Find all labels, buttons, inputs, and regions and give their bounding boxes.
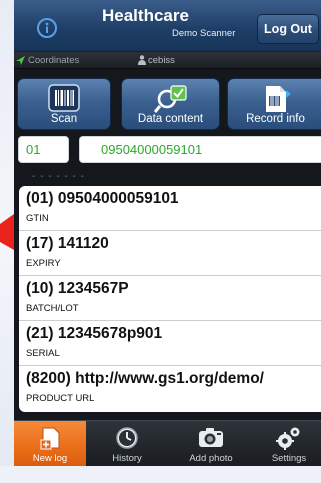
tab-label: New log xyxy=(32,453,68,464)
tab-settings[interactable]: Settings xyxy=(257,421,321,466)
camera-icon xyxy=(199,428,223,447)
bottom-tab-bar: New log History Add photo Settings xyxy=(14,420,321,466)
location-arrow-icon xyxy=(16,56,25,65)
info-icon[interactable] xyxy=(37,18,57,38)
tab-history[interactable]: History xyxy=(96,421,158,466)
coordinates-label: Coordinates xyxy=(28,55,80,66)
scan-label: Scan xyxy=(50,113,78,125)
ai-code-field[interactable]: 01 xyxy=(18,136,69,163)
tab-label: Add photo xyxy=(189,453,233,464)
result-value: (21) 12345678p901 xyxy=(26,325,163,342)
data-content-label: Data content xyxy=(137,113,204,125)
record-info-button[interactable]: Record info xyxy=(227,78,321,130)
result-value: (8200) http://www.gs1.org/demo/ xyxy=(26,370,264,387)
tab-add-photo[interactable]: Add photo xyxy=(169,421,253,466)
list-item-product-url[interactable]: (8200) http://www.gs1.org/demo/ PRODUCT … xyxy=(19,366,321,411)
gears-icon xyxy=(276,427,300,450)
result-value: (10) 1234567P xyxy=(26,280,129,297)
scan-button[interactable]: Scan xyxy=(17,78,111,130)
result-label: GTIN xyxy=(26,213,49,224)
data-content-button[interactable]: Data content xyxy=(121,78,220,130)
new-log-icon xyxy=(40,427,60,450)
list-item-batch[interactable]: (10) 1234567P BATCH/LOT xyxy=(19,276,321,321)
result-label: PRODUCT URL xyxy=(26,393,95,404)
tab-label: History xyxy=(112,453,142,464)
app-subtitle: Demo Scanner xyxy=(172,28,236,39)
record-info-label: Record info xyxy=(246,113,305,125)
result-value: (01) 09504000059101 xyxy=(26,190,179,207)
list-item-expiry[interactable]: (17) 141120 EXPIRY xyxy=(19,231,321,276)
red-arrow-marker xyxy=(0,214,14,250)
result-label: SERIAL xyxy=(26,348,60,359)
user-icon xyxy=(138,55,146,65)
list-item-serial[interactable]: (21) 12345678p901 SERIAL xyxy=(19,321,321,366)
separator-dashes: - - - - - - - xyxy=(32,171,85,182)
barcode-icon xyxy=(48,84,80,112)
outer-bottom-strip xyxy=(0,466,321,483)
results-list: (01) 09504000059101 GTIN (17) 141120 EXP… xyxy=(19,186,321,412)
action-bar: Scan Data content Record info xyxy=(14,70,321,130)
tab-new-log[interactable]: New log xyxy=(14,421,86,466)
result-label: BATCH/LOT xyxy=(26,303,79,314)
logout-button[interactable]: Log Out xyxy=(257,14,319,44)
search-check-icon xyxy=(153,85,187,113)
status-row: Coordinates cebiss xyxy=(14,52,321,69)
document-barcode-icon xyxy=(265,86,291,112)
user-name: cebiss xyxy=(148,55,175,66)
list-item-gtin[interactable]: (01) 09504000059101 GTIN xyxy=(19,186,321,231)
barcode-value-field[interactable]: 09504000059101 xyxy=(79,136,321,163)
tab-label: Settings xyxy=(271,453,307,464)
clock-icon xyxy=(116,427,138,449)
phone-screen: Healthcare Demo Scanner Log Out Coordina… xyxy=(14,0,321,466)
barcode-input-row: 01 09504000059101 xyxy=(14,136,321,166)
result-label: EXPIRY xyxy=(26,258,61,269)
app-title: Healthcare xyxy=(102,6,189,25)
title-bar: Healthcare Demo Scanner Log Out xyxy=(14,0,321,52)
result-value: (17) 141120 xyxy=(26,235,109,252)
